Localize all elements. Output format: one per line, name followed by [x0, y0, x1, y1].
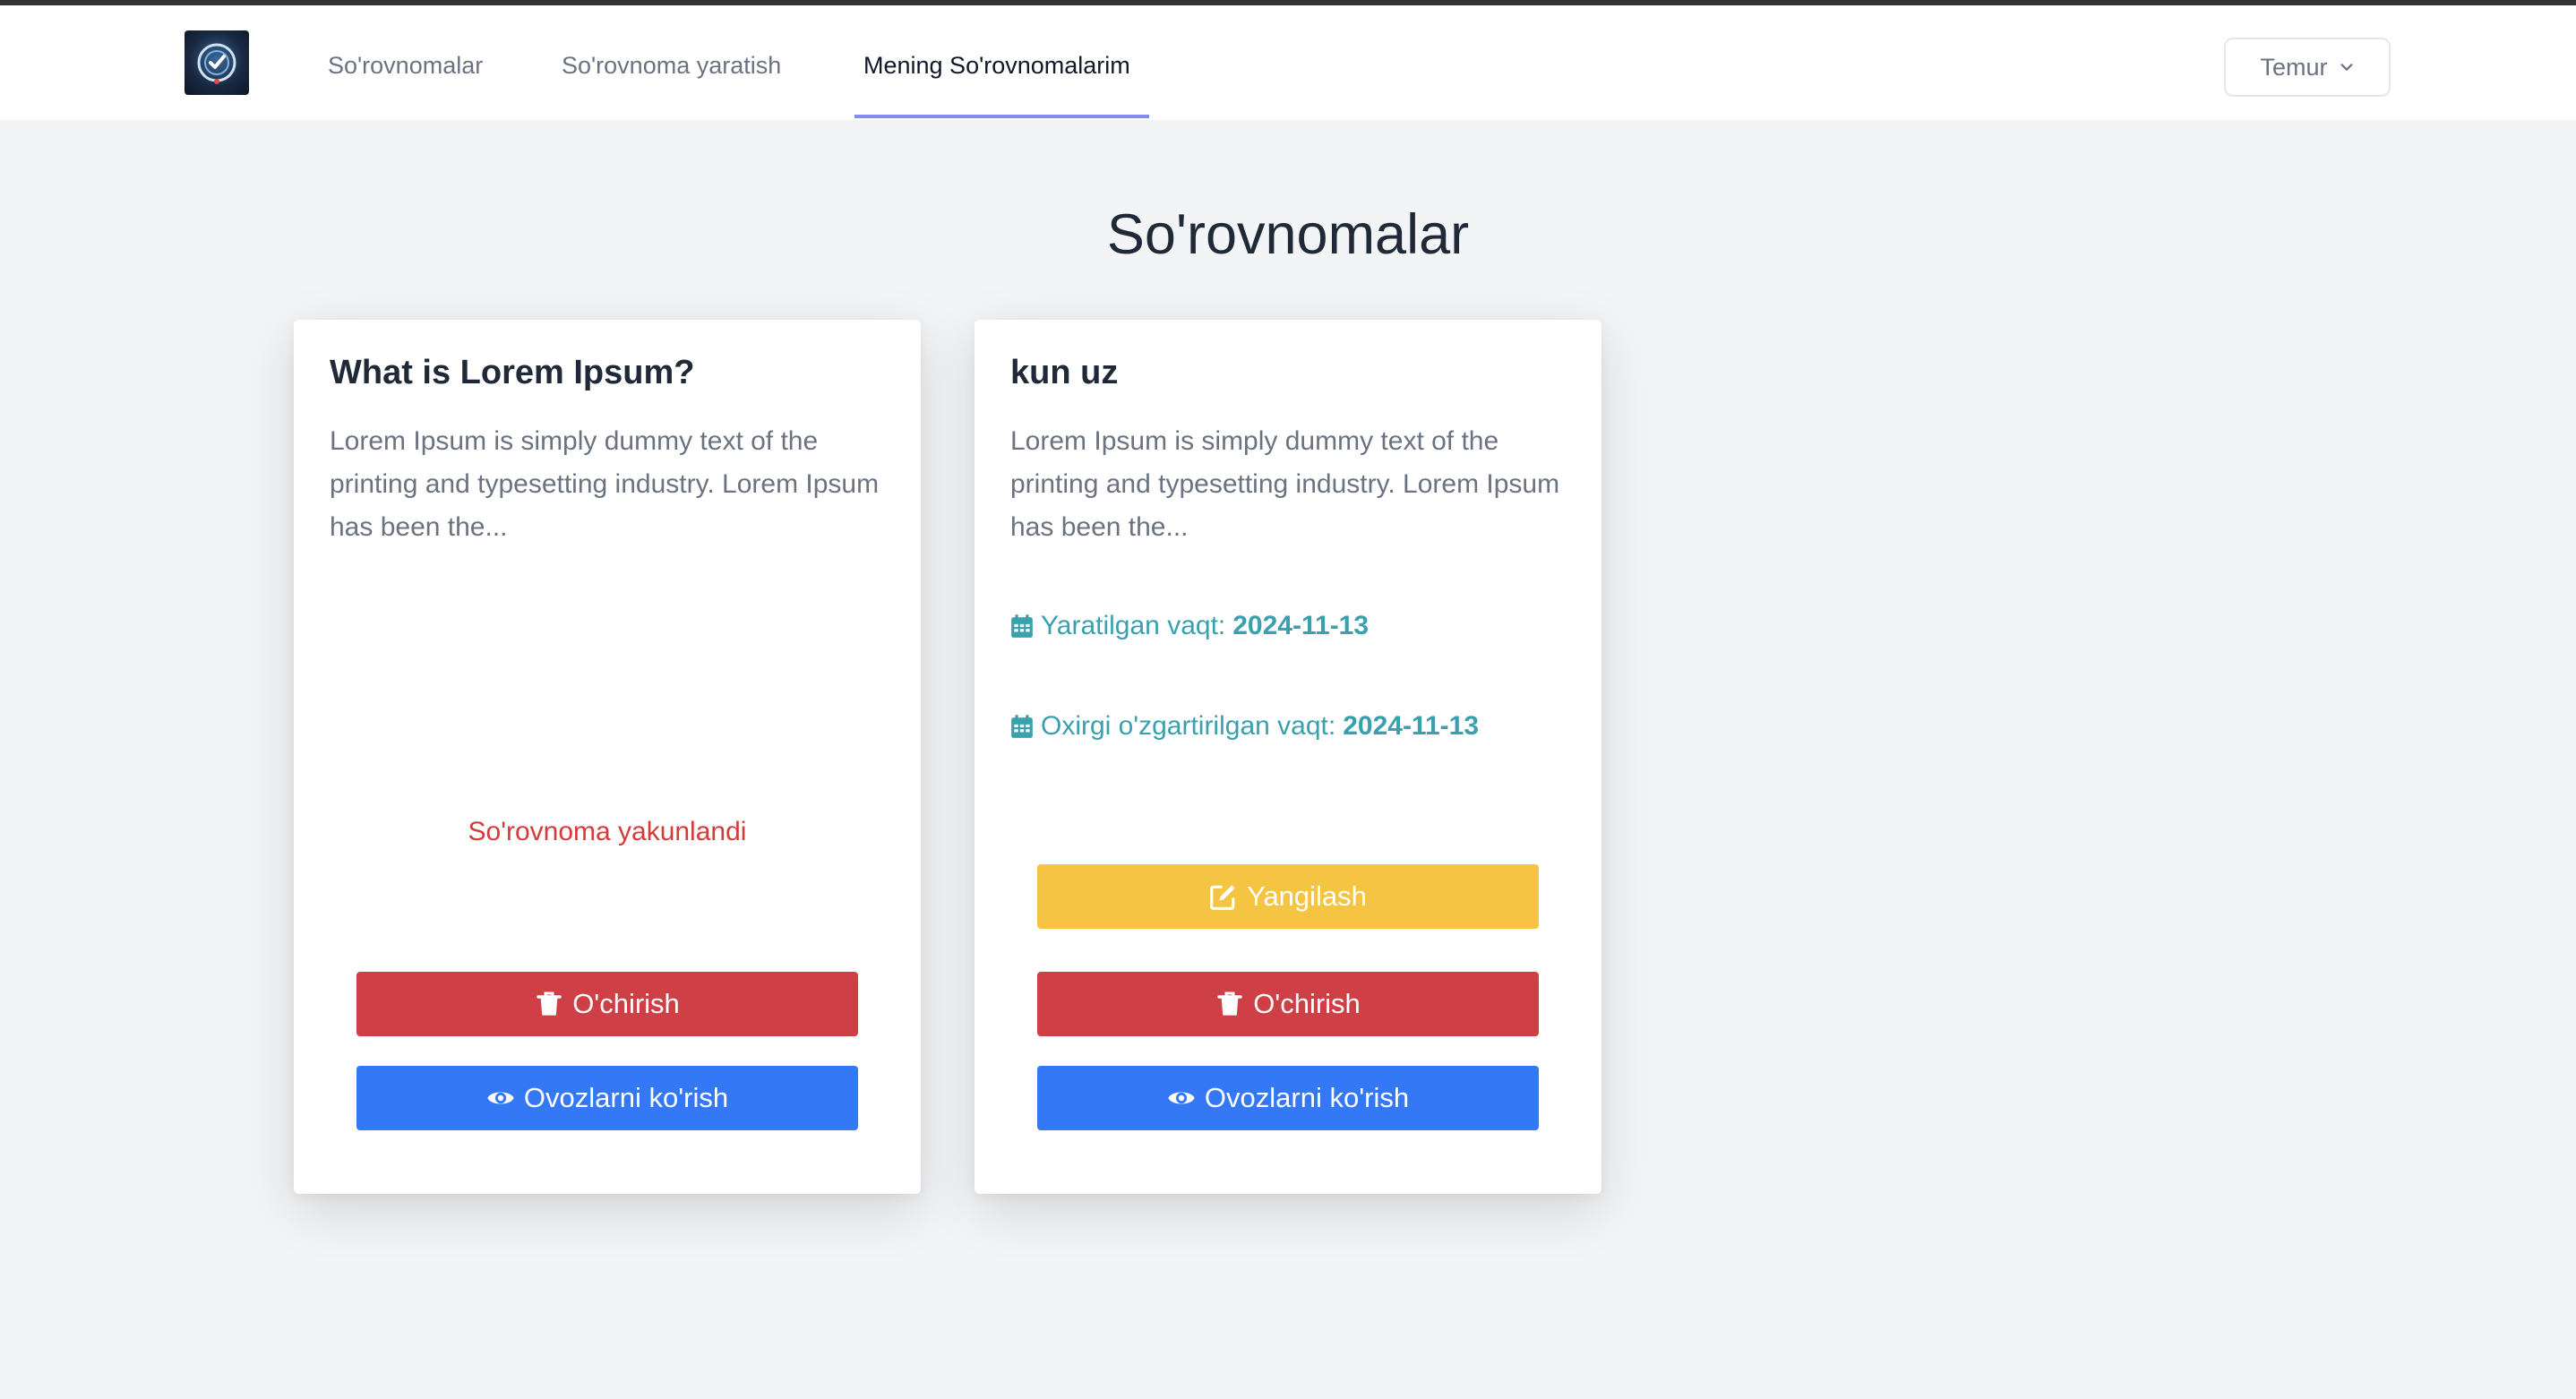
delete-button[interactable]: O'chirish — [1037, 972, 1539, 1036]
page-title: So'rovnomalar — [1106, 203, 1470, 266]
survey-card: kun uz Lorem Ipsum is simply dummy text … — [975, 320, 1601, 1194]
logo[interactable] — [185, 30, 249, 95]
survey-ended-status: So'rovnoma yakunlandi — [468, 817, 747, 846]
updated-label: Oxirgi o'zgartirilgan vaqt: — [1041, 711, 1336, 741]
nav-link-surveys[interactable]: So'rovnomalar — [328, 11, 483, 120]
calendar-icon — [1011, 614, 1033, 638]
update-button[interactable]: Yangilash — [1037, 864, 1539, 929]
eye-icon — [1168, 1092, 1195, 1104]
updated-date: Oxirgi o'zgartirilgan vaqt: 2024-11-13 — [1010, 711, 1479, 742]
view-votes-button[interactable]: Ovozlarni ko'rish — [356, 1066, 858, 1130]
delete-button[interactable]: O'chirish — [356, 972, 858, 1036]
survey-card: What is Lorem Ipsum? Lorem Ipsum is simp… — [294, 320, 921, 1194]
chevron-down-icon — [2340, 64, 2352, 71]
edit-icon — [1210, 885, 1235, 910]
survey-title: kun uz — [1010, 354, 1119, 391]
logo-icon — [197, 43, 236, 84]
user-menu-button[interactable]: Temur — [2224, 38, 2391, 97]
created-date: Yaratilgan vaqt: 2024-11-13 — [1010, 611, 1369, 641]
eye-icon — [487, 1092, 514, 1104]
nav-link-my-surveys[interactable]: Mening So'rovnomalarim — [863, 11, 1130, 120]
updated-value: 2024-11-13 — [1343, 711, 1480, 741]
created-label: Yaratilgan vaqt: — [1041, 611, 1226, 640]
survey-description: Lorem Ipsum is simply dummy text of the … — [330, 426, 880, 542]
survey-title: What is Lorem Ipsum? — [330, 354, 695, 391]
trash-icon — [537, 991, 562, 1016]
nav-link-create-survey[interactable]: So'rovnoma yaratish — [562, 11, 781, 120]
view-votes-label: Ovozlarni ko'rish — [523, 1082, 729, 1113]
update-button-label: Yangilash — [1247, 880, 1367, 912]
trash-icon — [1217, 991, 1242, 1016]
view-votes-label: Ovozlarni ko'rish — [1204, 1082, 1410, 1113]
user-name: Temur — [2260, 53, 2328, 81]
created-value: 2024-11-13 — [1232, 611, 1370, 640]
active-tab-indicator — [854, 115, 1149, 118]
view-votes-button[interactable]: Ovozlarni ko'rish — [1037, 1066, 1539, 1130]
survey-description: Lorem Ipsum is simply dummy text of the … — [1010, 426, 1560, 542]
delete-button-label: O'chirish — [572, 988, 680, 1019]
calendar-icon — [1011, 715, 1033, 738]
navbar: So'rovnomalar So'rovnoma yaratish Mening… — [0, 5, 2576, 120]
delete-button-label: O'chirish — [1253, 988, 1361, 1019]
